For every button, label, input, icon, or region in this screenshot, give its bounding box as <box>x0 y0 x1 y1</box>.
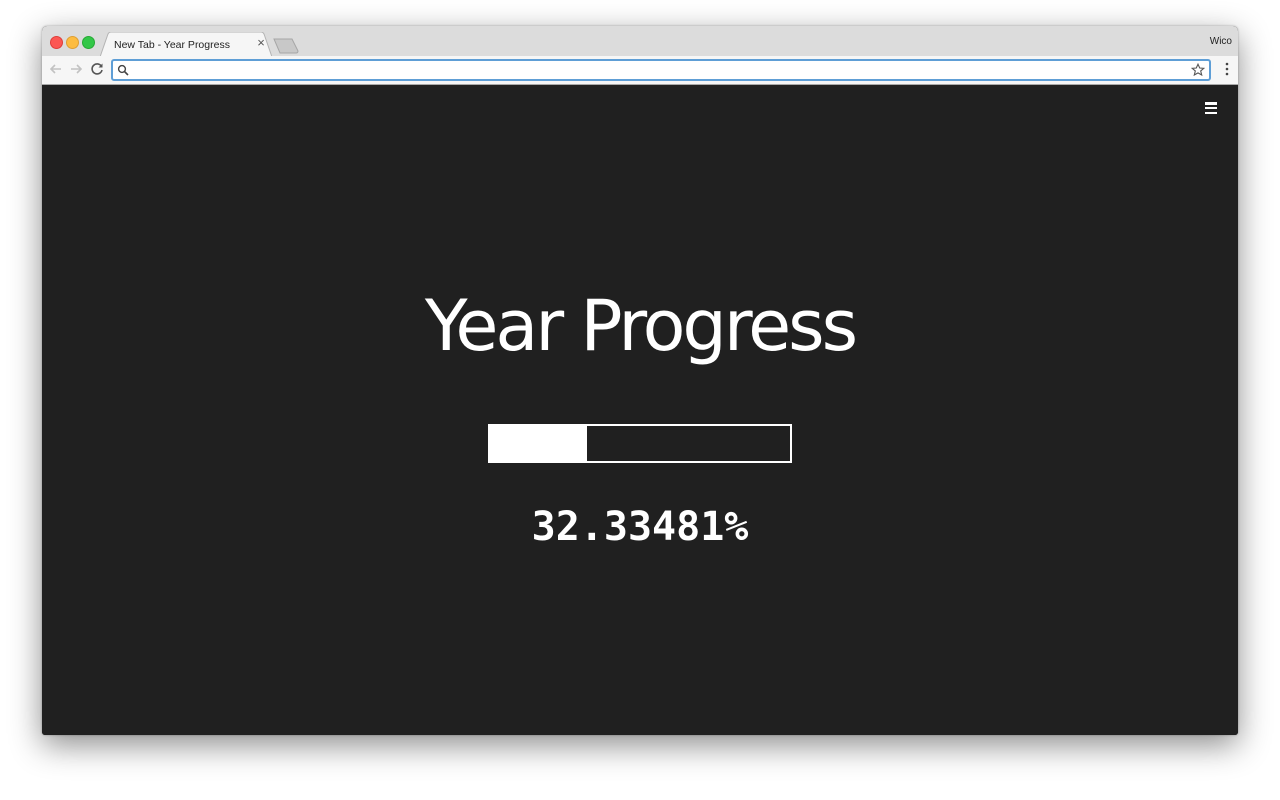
year-progress-bar-fill <box>490 426 587 461</box>
hamburger-menu-icon[interactable] <box>1205 102 1217 115</box>
forward-icon <box>71 64 83 74</box>
browser-toolbar <box>42 56 1238 85</box>
tab-title: New Tab - Year Progress <box>114 39 230 51</box>
new-tab-icon <box>273 38 299 54</box>
year-progress-bar <box>488 424 792 463</box>
minimize-window-button[interactable] <box>66 36 79 49</box>
zoom-window-button[interactable] <box>82 36 95 49</box>
page-content: Year Progress 32.33481% <box>42 85 1238 735</box>
progress-percentage: 32.33481% <box>531 504 749 550</box>
reload-icon <box>91 63 103 75</box>
kebab-menu-icon[interactable] <box>1225 62 1229 76</box>
forward-button[interactable] <box>68 61 84 77</box>
new-tab-button[interactable] <box>272 38 300 54</box>
reload-button[interactable] <box>89 61 105 77</box>
star-icon[interactable] <box>1191 63 1205 77</box>
page-title: Year Progress <box>424 285 858 367</box>
address-input[interactable] <box>133 61 1183 79</box>
tab-year-progress[interactable]: New Tab - Year Progress × <box>100 32 272 57</box>
close-window-button[interactable] <box>50 36 63 49</box>
search-icon <box>117 64 129 76</box>
back-icon <box>49 64 61 74</box>
tab-strip: New Tab - Year Progress × Wico <box>42 26 1238 57</box>
back-button[interactable] <box>48 61 64 77</box>
address-bar[interactable] <box>111 59 1211 81</box>
tab-close-icon[interactable]: × <box>255 36 267 49</box>
profile-name[interactable]: Wico <box>1210 36 1232 47</box>
browser-window: New Tab - Year Progress × Wico Year Prog… <box>42 26 1238 735</box>
